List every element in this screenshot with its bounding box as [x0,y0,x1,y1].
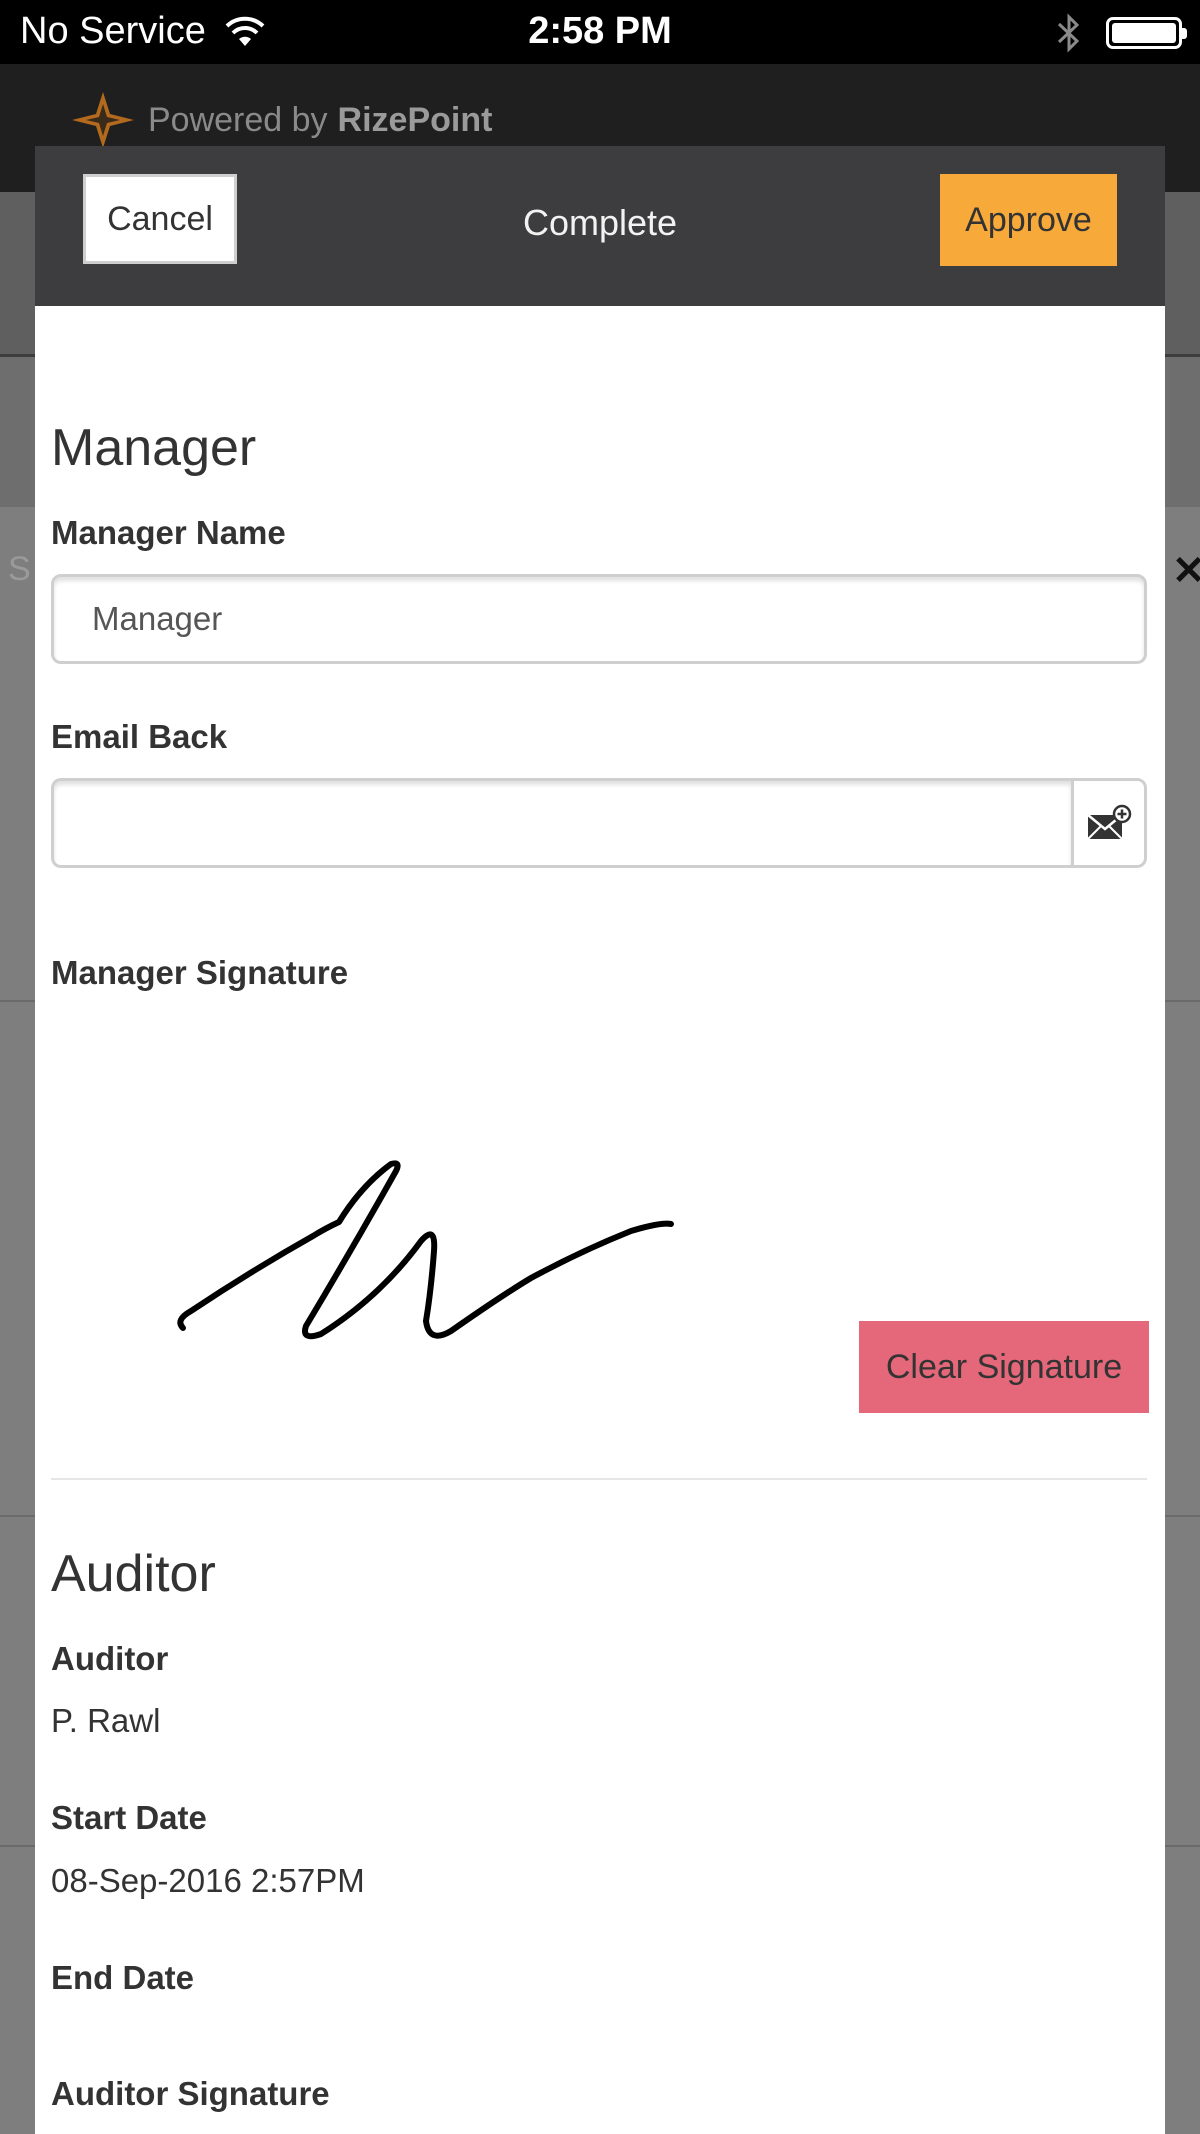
brand-name: RizePoint [337,100,493,139]
close-icon: ✕ [1172,549,1200,593]
email-back-input[interactable] [51,778,1071,868]
background-search-letter: S [8,550,31,588]
status-right [1056,12,1187,54]
battery-icon [1106,17,1187,49]
section-divider [51,1478,1147,1480]
manager-section-title: Manager [51,419,257,477]
modal-header: Cancel Complete Approve [35,146,1165,306]
manager-signature-label: Manager Signature [51,954,349,991]
status-time: 2:58 PM [528,10,672,52]
email-add-icon [1087,804,1132,840]
status-bar: No Service 2:58 PM [0,0,1200,64]
end-date-label: End Date [51,1959,195,1996]
auditor-section-title: Auditor [51,1545,216,1603]
clear-signature-button[interactable]: Clear Signature [859,1321,1149,1413]
email-back-group [51,778,1147,868]
manager-name-label: Manager Name [51,514,286,551]
auditor-label: Auditor [51,1640,169,1677]
email-back-label: Email Back [51,718,228,755]
rizepoint-logo-icon [72,92,134,148]
start-date-value: 08-Sep-2016 2:57PM [51,1862,365,1899]
powered-by: Powered by RizePoint [70,90,492,150]
powered-by-text: Powered by [148,100,328,139]
email-add-button[interactable] [1071,778,1147,868]
manager-name-input[interactable] [51,574,1147,664]
approve-button[interactable]: Approve [940,174,1117,266]
start-date-label: Start Date [51,1799,207,1836]
auditor-signature-label: Auditor Signature [51,2075,330,2112]
auditor-value: P. Rawl [51,1702,161,1739]
complete-modal: Cancel Complete Approve Manager Manager … [35,146,1165,2134]
bluetooth-icon [1057,13,1080,53]
